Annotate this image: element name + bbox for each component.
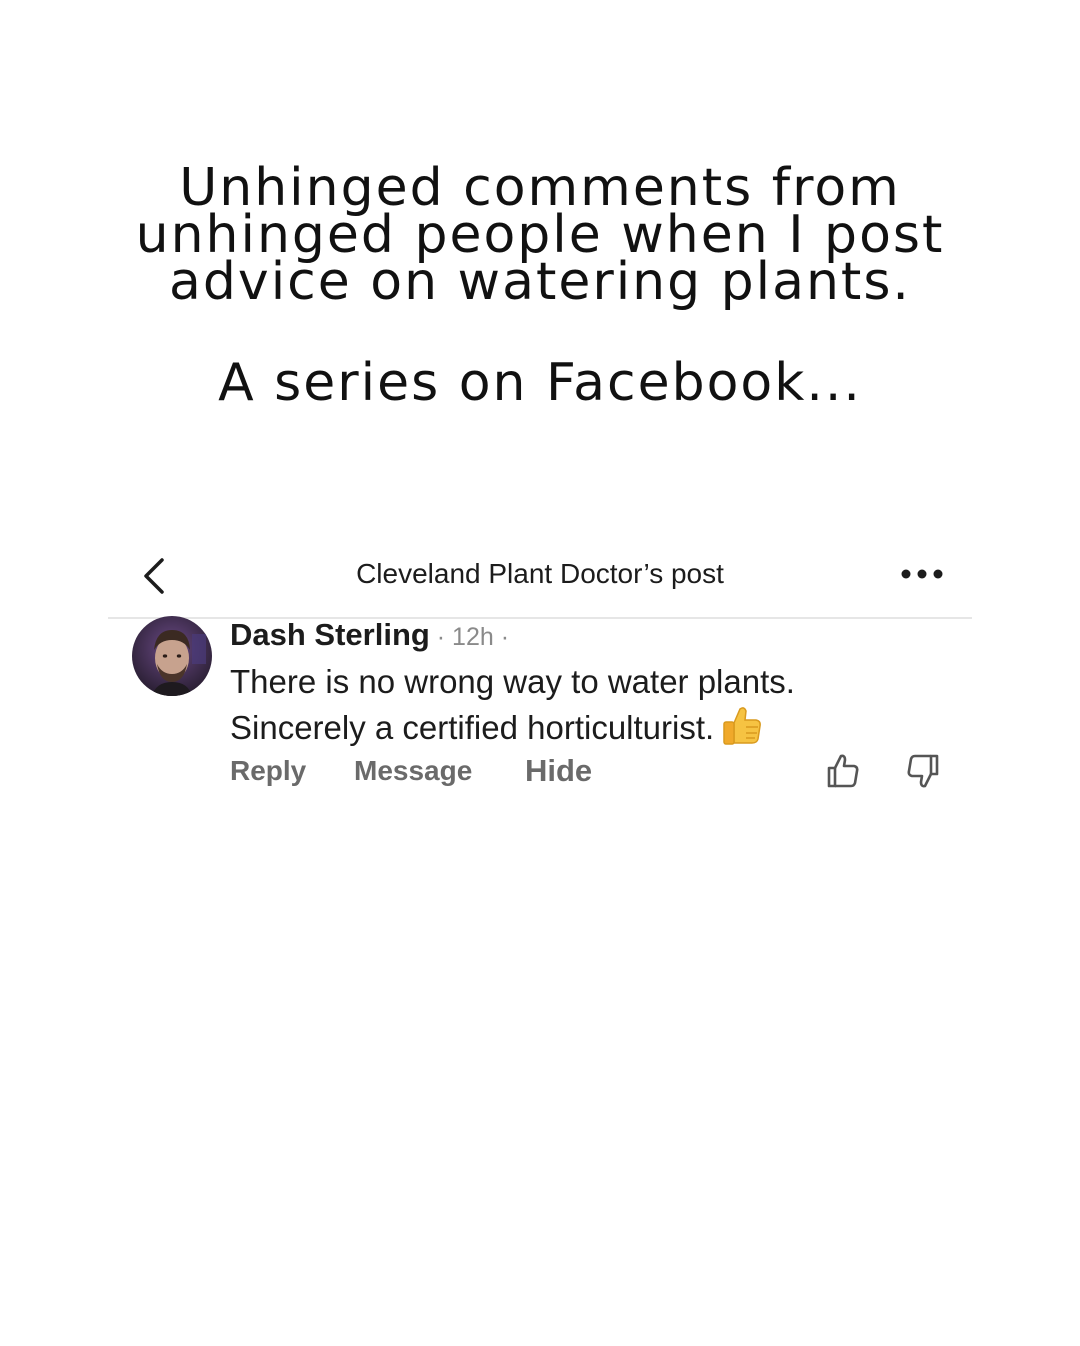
post-header: Cleveland Plant Doctor’s post [108,540,972,619]
comment-time[interactable]: 12h [452,623,494,651]
downvote-button[interactable] [906,753,940,789]
more-options-button[interactable] [900,562,944,586]
headline: Unhinged comments from unhinged people w… [60,162,1020,312]
meta-trailing: · [493,623,510,651]
reply-button[interactable]: Reply [230,755,306,787]
upvote-button[interactable] [826,753,860,789]
upvote-icon [827,754,859,788]
headline-line-3: advice on watering plants. [169,252,911,312]
profile-photo-icon [132,616,212,696]
author-name[interactable]: Dash Sterling [230,617,430,652]
comment: Dash Sterling · 12h · There is no wrong … [230,615,930,757]
hide-button[interactable]: Hide [525,753,592,789]
post-title: Cleveland Plant Doctor’s post [356,558,724,589]
more-dots-icon [901,569,943,579]
avatar[interactable] [132,616,212,696]
message-button[interactable]: Message [354,755,472,787]
comment-meta: Dash Sterling · 12h · [230,615,930,657]
comment-line-2: Sincerely a certified horticulturist. [230,703,930,757]
comment-body: There is no wrong way to water plants. S… [230,661,930,757]
downvote-icon [907,754,939,788]
comment-line-2-text: Sincerely a certified horticulturist. [230,709,715,746]
meta-separator: · [429,623,453,651]
thumbs-up-emoji-icon [720,703,764,757]
comment-line-1: There is no wrong way to water plants. [230,663,795,700]
subtitle: A series on Facebook... [218,353,862,413]
